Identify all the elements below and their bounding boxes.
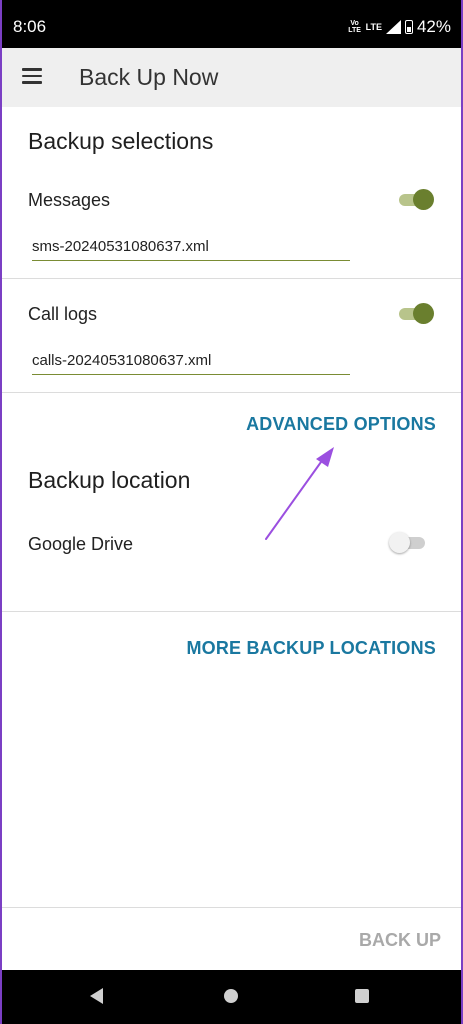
annotation-arrow-icon <box>265 447 334 540</box>
toggle-knob <box>413 189 434 210</box>
call-logs-toggle[interactable] <box>399 302 435 324</box>
app-screen: 8:06 Vo LTE LTE 42% Back Up Now Backup s… <box>2 0 461 1024</box>
back-up-button[interactable]: BACK UP <box>359 930 441 951</box>
messages-label: Messages <box>28 190 111 210</box>
back-triangle-icon[interactable] <box>90 988 103 1004</box>
volte-icon: Vo LTE <box>348 20 361 34</box>
signal-icon <box>385 20 401 34</box>
app-bar: Back Up Now <box>2 48 461 107</box>
messages-toggle[interactable] <box>399 188 435 210</box>
call-logs-label: Call logs <box>28 304 98 324</box>
toggle-knob <box>389 532 410 553</box>
advanced-options-button[interactable]: ADVANCED OPTIONS <box>246 414 436 435</box>
google-drive-label: Google Drive <box>28 534 134 554</box>
hamburger-menu-icon[interactable] <box>22 68 42 84</box>
battery-percent: 42% <box>416 17 451 36</box>
network-type-label: LTE <box>365 21 382 32</box>
recents-square-icon[interactable] <box>355 989 369 1003</box>
divider <box>2 611 461 612</box>
status-bar: 8:06 Vo LTE LTE 42% <box>2 0 461 48</box>
status-indicators: Vo LTE LTE 42% <box>348 17 451 37</box>
google-drive-toggle[interactable] <box>389 531 427 553</box>
messages-filename-input[interactable]: sms-20240531080637.xml <box>32 238 350 261</box>
page-title: Back Up Now <box>79 64 219 90</box>
backup-location-title: Backup location <box>28 467 191 493</box>
status-time: 8:06 <box>13 17 47 36</box>
more-backup-locations-button[interactable]: MORE BACKUP LOCATIONS <box>186 638 436 659</box>
divider <box>2 392 461 393</box>
battery-icon <box>404 20 413 34</box>
divider <box>2 278 461 279</box>
call-logs-filename-input[interactable]: calls-20240531080637.xml <box>32 352 350 375</box>
divider <box>2 907 461 908</box>
toggle-knob <box>413 303 434 324</box>
home-circle-icon[interactable] <box>224 989 238 1003</box>
navigation-bar <box>2 970 461 1024</box>
backup-selections-title: Backup selections <box>28 128 214 154</box>
